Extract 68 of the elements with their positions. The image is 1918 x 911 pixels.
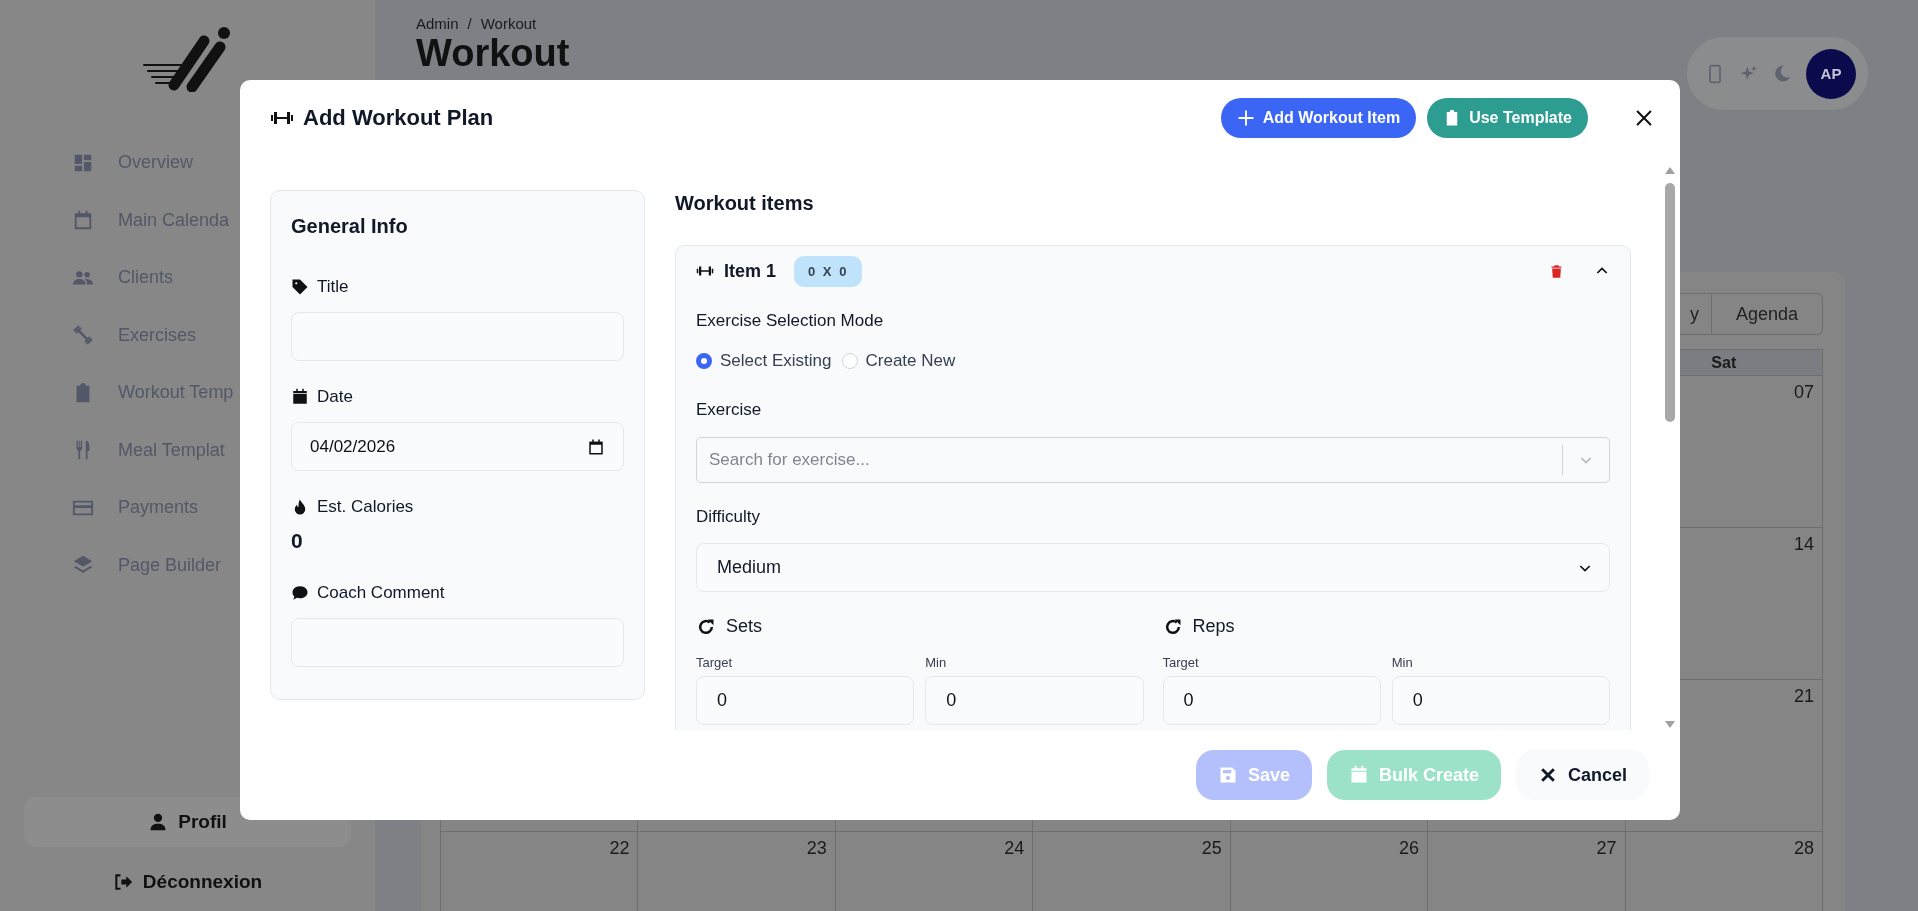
radio-option[interactable]: Select Existing (696, 351, 832, 371)
exercise-search-field[interactable]: Search for exercise... (696, 437, 1610, 483)
logout-button[interactable]: Déconnexion (106, 862, 269, 902)
breadcrumb-separator: / (467, 15, 472, 32)
plus-icon (1236, 109, 1255, 127)
radio-option[interactable]: Create New (841, 351, 956, 371)
calendar-cell[interactable]: 25 (1033, 832, 1231, 911)
field-label: Date (291, 386, 353, 408)
calendar-icon (291, 388, 309, 406)
breadcrumb-item: Workout (480, 15, 537, 32)
calendar-cell[interactable]: 24 (835, 832, 1034, 911)
day-number: 25 (1201, 838, 1222, 859)
calendar-cell[interactable]: 23 (638, 832, 836, 911)
field-label: Exercise Selection Mode (696, 311, 884, 332)
calendar-cell[interactable]: 22 (441, 832, 639, 911)
day-number: 21 (1793, 686, 1814, 707)
logout-icon (112, 872, 133, 892)
day-number: 24 (1004, 838, 1025, 859)
day-number: 14 (1793, 534, 1814, 555)
add-workout-item-button[interactable]: Add Workout Item (1220, 98, 1417, 138)
section-title: Workout items (675, 192, 814, 216)
field-label: Target (696, 655, 733, 670)
section-title: General Info (291, 215, 409, 238)
dumbbell-icon (72, 324, 94, 347)
dark-mode-button[interactable] (1773, 64, 1792, 83)
field-label: Est. Calories (291, 496, 414, 518)
view-button[interactable]: Agenda (1711, 293, 1823, 335)
calories-value: 0 (291, 529, 303, 553)
field-label: Difficulty (696, 507, 760, 528)
calendar-icon (72, 209, 94, 232)
moon-icon (1773, 64, 1792, 83)
number-input[interactable]: 0 (1391, 676, 1610, 725)
delete-button[interactable] (1549, 263, 1564, 279)
use-template-button[interactable]: Use Template (1427, 98, 1588, 138)
day-number: 22 (609, 838, 630, 859)
field-label: Reps (1162, 616, 1235, 637)
radio-button[interactable] (696, 353, 712, 369)
field-label: Exercise (696, 400, 762, 421)
calendar-cell[interactable]: 27 (1428, 832, 1626, 911)
number-input[interactable]: 0 (1162, 676, 1381, 725)
breadcrumb-item[interactable]: Admin (416, 15, 459, 32)
calendar-cell[interactable]: 28 (1625, 832, 1823, 911)
trash-icon (1549, 263, 1564, 279)
modal-title: Add Workout Plan (303, 105, 494, 131)
field-label: Title (291, 276, 349, 298)
sets-reps-badge: 0 X 0 (794, 255, 863, 287)
field-label: Coach Comment (291, 582, 445, 604)
tag-icon (291, 278, 309, 296)
field-label: Sets (696, 616, 763, 637)
item-title: Item 1 (724, 260, 777, 282)
user-avatar[interactable]: AP (1806, 48, 1856, 99)
number-input[interactable]: 0 (696, 676, 915, 725)
day-number: 23 (806, 838, 827, 859)
speech-bubble-icon (291, 584, 309, 602)
field-label: Min (925, 655, 947, 670)
page-title: Workout (416, 32, 570, 74)
field-label: Min (1391, 655, 1413, 670)
calendar-cell[interactable]: 26 (1230, 832, 1429, 911)
date-field[interactable]: 04/02/2026 (291, 422, 624, 471)
day-number: 28 (1793, 838, 1814, 859)
day-number: 26 (1399, 838, 1420, 859)
day-number: 07 (1793, 382, 1814, 403)
day-number: 27 (1596, 838, 1617, 859)
number-input[interactable]: 0 (925, 676, 1144, 725)
difficulty-select[interactable]: Medium (696, 543, 1610, 592)
calendar-icon (587, 437, 605, 456)
field-label: Target (1162, 655, 1199, 670)
cancel-button[interactable]: Cancel (1515, 750, 1649, 800)
